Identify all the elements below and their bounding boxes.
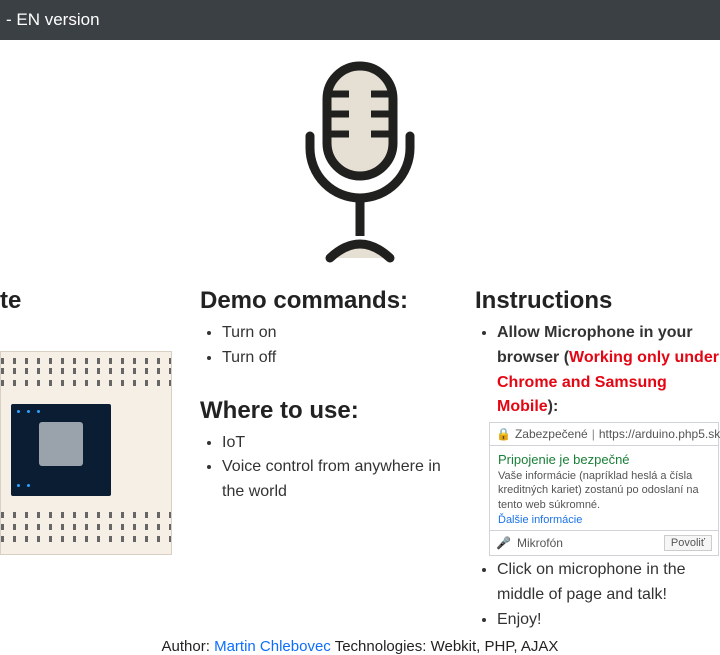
page-title: - EN version: [0, 10, 100, 30]
url-text: https://arduino.php5.sk: [599, 427, 720, 441]
demo-commands-heading: Demo commands:: [200, 287, 445, 315]
list-item: Voice control from anywhere in the world: [222, 455, 445, 505]
connection-secure-desc: Vaše informácie (napríklad heslá a čísla…: [498, 469, 710, 512]
connection-secure-title: Pripojenie je bezpečné: [498, 452, 710, 467]
list-item: Allow Microphone in your browser (Workin…: [497, 321, 720, 420]
top-bar: - EN version: [0, 0, 720, 40]
microphone-hero: [0, 40, 720, 273]
microphone-icon[interactable]: [275, 58, 445, 268]
footer: Author: Martin Chlebovec Technologies: W…: [0, 632, 720, 655]
lock-icon: 🔒: [496, 427, 511, 441]
list-item: IoT: [222, 431, 445, 456]
mic-label: Mikrofón: [517, 536, 563, 550]
list-item: Turn on: [222, 321, 445, 346]
list-item: Click on microphone in the middle of pag…: [497, 558, 720, 608]
instructions-list: Allow Microphone in your browser (Workin…: [497, 321, 720, 420]
instructions-list-cont: Click on microphone in the middle of pag…: [497, 558, 720, 632]
left-heading: te: [0, 287, 175, 315]
list-item: Turn off: [222, 346, 445, 371]
instructions-heading: Instructions: [475, 287, 720, 315]
demo-commands-list: Turn on Turn off: [222, 321, 445, 371]
where-to-use-list: IoT Voice control from anywhere in the w…: [222, 431, 445, 505]
board-photo: [0, 351, 172, 555]
allow-button[interactable]: Povoliť: [664, 535, 712, 551]
author-link[interactable]: Martin Chlebovec: [214, 638, 331, 655]
more-info-link[interactable]: Ďalšie informácie: [498, 514, 710, 526]
list-item: Enjoy!: [497, 608, 720, 633]
mic-icon: 🎤: [496, 536, 511, 550]
permission-popup: 🔒 Zabezpečené | https://arduino.php5.sk …: [489, 422, 719, 556]
permission-url-bar: 🔒 Zabezpečené | https://arduino.php5.sk: [490, 423, 718, 446]
secure-label: Zabezpečené: [515, 427, 588, 441]
where-to-use-heading: Where to use:: [200, 397, 445, 425]
